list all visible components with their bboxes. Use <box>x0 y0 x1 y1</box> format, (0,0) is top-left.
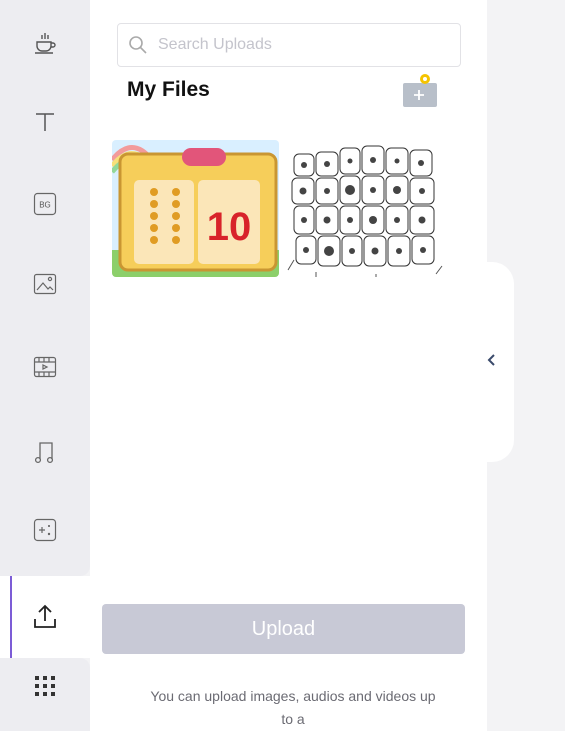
image-icon <box>33 272 57 296</box>
sidebar-item-audio[interactable] <box>0 422 90 482</box>
sidebar-item-videos[interactable] <box>0 337 90 397</box>
coffee-icon <box>32 30 58 56</box>
search-icon <box>128 35 148 55</box>
file-thumbnail-cells[interactable] <box>286 140 448 277</box>
sidebar-item-images[interactable] <box>0 254 90 314</box>
add-folder-icon <box>403 74 437 107</box>
uploads-panel: My Files 10 <box>90 0 487 731</box>
sidebar-item-text[interactable] <box>0 92 90 152</box>
background-icon: BG <box>33 192 57 216</box>
svg-text:BG: BG <box>39 201 51 210</box>
apps-grid-icon <box>34 675 56 697</box>
upload-button[interactable]: Upload <box>102 604 465 654</box>
file-thumbnail-counting[interactable]: 10 <box>112 140 279 277</box>
sidebar-item-background[interactable]: BG <box>0 174 90 234</box>
tool-sidebar: BG <box>0 0 90 731</box>
effects-icon <box>33 518 57 542</box>
search-input[interactable] <box>156 35 440 55</box>
search-box[interactable] <box>117 23 461 67</box>
video-icon <box>33 355 57 379</box>
sidebar-item-uploads[interactable] <box>0 587 90 647</box>
thumbnail-number: 10 <box>207 205 252 249</box>
sidebar-item-effects[interactable] <box>0 500 90 560</box>
page-title: My Files <box>127 78 210 101</box>
sidebar-item-more-apps[interactable] <box>0 656 90 716</box>
upload-icon <box>31 603 59 631</box>
sidebar-item-templates[interactable] <box>0 13 90 73</box>
new-folder-button[interactable] <box>401 73 437 107</box>
upload-help-text: You can upload images, audios and videos… <box>150 688 436 727</box>
music-icon <box>33 439 57 465</box>
collapse-panel-button[interactable] <box>470 262 514 462</box>
text-icon <box>33 110 57 134</box>
chevron-left-icon <box>487 353 497 372</box>
